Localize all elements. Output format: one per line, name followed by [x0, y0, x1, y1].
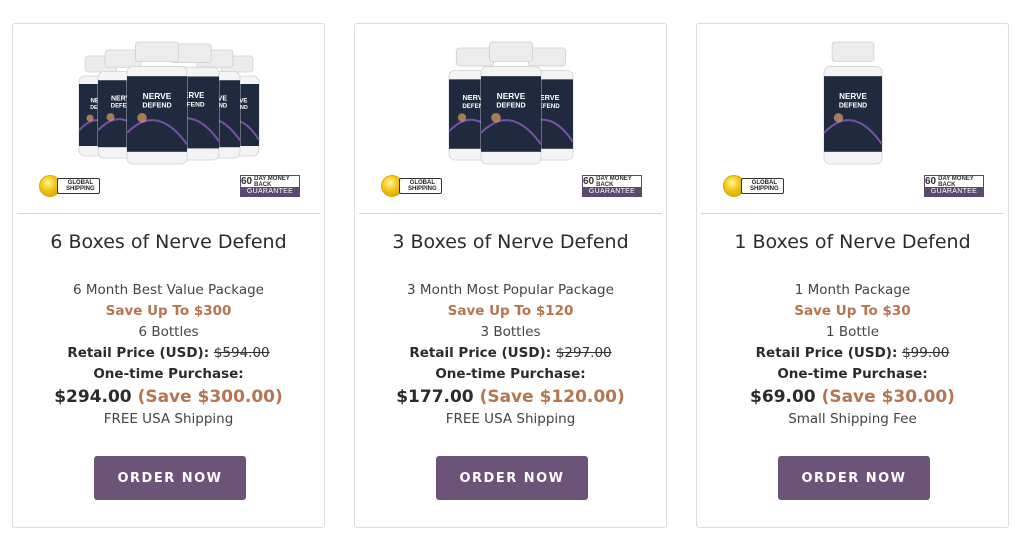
global-shipping-badge: GLOBAL SHIPPING — [39, 175, 100, 197]
product-card-3-boxes: NERVE DEFEND NERVE DEFEND NERVE DEFEND GLOBAL… — [354, 23, 667, 528]
svg-text:NERVE: NERVE — [839, 92, 867, 101]
shipping-badge-line2: SHIPPING — [750, 186, 779, 192]
guarantee-bottom-text: GUARANTEE — [583, 187, 641, 197]
savings: (Save $30.00) — [821, 387, 955, 407]
retail-price-row: Retail Price (USD): $99.00 — [697, 343, 1008, 364]
price: $69.00 — [750, 387, 816, 407]
price: $294.00 — [54, 387, 132, 407]
guarantee-bottom-text: GUARANTEE — [241, 187, 299, 197]
card-details: 6 Month Best Value Package Save Up To $3… — [13, 280, 324, 430]
onetime-label: One-time Purchase: — [777, 366, 928, 382]
package-name: 6 Month Best Value Package — [73, 282, 264, 298]
retail-price: $297.00 — [555, 345, 612, 361]
card-details: 1 Month Package Save Up To $30 1 Bottle … — [697, 280, 1008, 430]
divider — [17, 213, 320, 214]
svg-text:NERVE: NERVE — [143, 91, 172, 101]
svg-text:NERVE: NERVE — [497, 91, 526, 101]
price-row: $69.00 (Save $30.00) — [697, 385, 1008, 409]
package-name: 3 Month Most Popular Package — [407, 282, 614, 298]
product-card-1-box: NERVE DEFEND GLOBAL SHIPPING 60 DAY MONEY B… — [696, 23, 1009, 528]
guarantee-days: 60 — [925, 176, 937, 187]
trust-badges: GLOBAL SHIPPING 60 DAY MONEY BACK GUARANTE… — [697, 172, 1010, 202]
guarantee-days: 60 — [583, 176, 595, 187]
retail-price-label: Retail Price (USD): — [67, 345, 210, 361]
retail-price-row: Retail Price (USD): $297.00 — [355, 343, 666, 364]
divider — [359, 213, 662, 214]
bottle-quantity: 6 Bottles — [138, 324, 199, 340]
order-now-button[interactable]: ORDER NOW — [778, 456, 930, 500]
retail-price: $594.00 — [213, 345, 270, 361]
global-shipping-badge: GLOBAL SHIPPING — [381, 175, 442, 197]
card-title: 6 Boxes of Nerve Defend — [50, 231, 287, 253]
bottles-graphic: NERVEDEFENDNERVEDEFENDNERVEDEFENDNERVEDE… — [78, 41, 260, 165]
guarantee-top-text: DAY MONEY BACK — [596, 175, 632, 188]
price-row: $177.00 (Save $120.00) — [355, 385, 666, 409]
guarantee-bottom-text: GUARANTEE — [925, 187, 983, 197]
bottle-quantity: 1 Bottle — [825, 324, 880, 340]
product-bottles-image: NERVE DEFEND NERVE DEFEND NERVE DEFEND — [355, 38, 668, 183]
order-now-button[interactable]: ORDER NOW — [436, 456, 588, 500]
money-back-guarantee-badge: 60 DAY MONEY BACK GUARANTEE — [240, 175, 300, 197]
shipping-info: FREE USA Shipping — [103, 411, 234, 427]
divider — [701, 213, 1004, 214]
guarantee-days: 60 — [241, 176, 253, 187]
price: $177.00 — [396, 387, 474, 407]
product-bottles-image: NERVEDEFENDNERVEDEFENDNERVEDEFENDNERVEDE… — [13, 38, 326, 183]
retail-price-label: Retail Price (USD): — [755, 345, 898, 361]
money-back-guarantee-badge: 60 DAY MONEY BACK GUARANTEE — [924, 175, 984, 197]
product-card-6-boxes: NERVEDEFENDNERVEDEFENDNERVEDEFENDNERVEDE… — [12, 23, 325, 528]
bottle-icon: NERVEDEFEND — [126, 41, 188, 165]
retail-price-row: Retail Price (USD): $594.00 — [13, 343, 324, 364]
card-title: 3 Boxes of Nerve Defend — [392, 231, 629, 253]
shipping-badge-line2: SHIPPING — [66, 186, 95, 192]
save-up-to: Save Up To $30 — [794, 303, 911, 319]
bottle-icon: NERVEDEFEND — [480, 41, 542, 165]
guarantee-top-text: DAY MONEY BACK — [938, 175, 974, 188]
price-row: $294.00 (Save $300.00) — [13, 385, 324, 409]
package-name: 1 Month Package — [794, 282, 911, 298]
trust-badges: GLOBAL SHIPPING 60 DAY MONEY BACK GUARANTE… — [13, 172, 326, 202]
retail-price-label: Retail Price (USD): — [409, 345, 552, 361]
save-up-to: Save Up To $300 — [105, 303, 232, 319]
bottle-icon: NERVEDEFEND — [823, 41, 883, 165]
onetime-label: One-time Purchase: — [435, 366, 586, 382]
trust-badges: GLOBAL SHIPPING 60 DAY MONEY BACK GUARANTE… — [355, 172, 668, 202]
savings: (Save $300.00) — [137, 387, 283, 407]
bottles-graphic: NERVEDEFEND — [823, 41, 883, 165]
svg-text:DEFEND: DEFEND — [142, 102, 171, 110]
card-details: 3 Month Most Popular Package Save Up To … — [355, 280, 666, 430]
onetime-label: One-time Purchase: — [93, 366, 244, 382]
save-up-to: Save Up To $120 — [447, 303, 574, 319]
svg-text:DEFEND: DEFEND — [496, 102, 525, 110]
guarantee-top-text: DAY MONEY BACK — [254, 175, 290, 188]
shipping-info: Small Shipping Fee — [788, 411, 917, 427]
money-back-guarantee-badge: 60 DAY MONEY BACK GUARANTEE — [582, 175, 642, 197]
bottle-quantity: 3 Bottles — [480, 324, 541, 340]
global-shipping-badge: GLOBAL SHIPPING — [723, 175, 784, 197]
shipping-badge-line2: SHIPPING — [408, 186, 437, 192]
savings: (Save $120.00) — [479, 387, 625, 407]
card-title: 1 Boxes of Nerve Defend — [734, 231, 971, 253]
product-bottles-image: NERVE DEFEND — [697, 38, 1010, 183]
svg-text:DEFEND: DEFEND — [839, 102, 867, 109]
bottles-graphic: NERVEDEFENDNERVEDEFENDNERVEDEFEND — [448, 41, 574, 165]
order-now-button[interactable]: ORDER NOW — [94, 456, 246, 500]
retail-price: $99.00 — [902, 345, 950, 361]
shipping-info: FREE USA Shipping — [445, 411, 576, 427]
